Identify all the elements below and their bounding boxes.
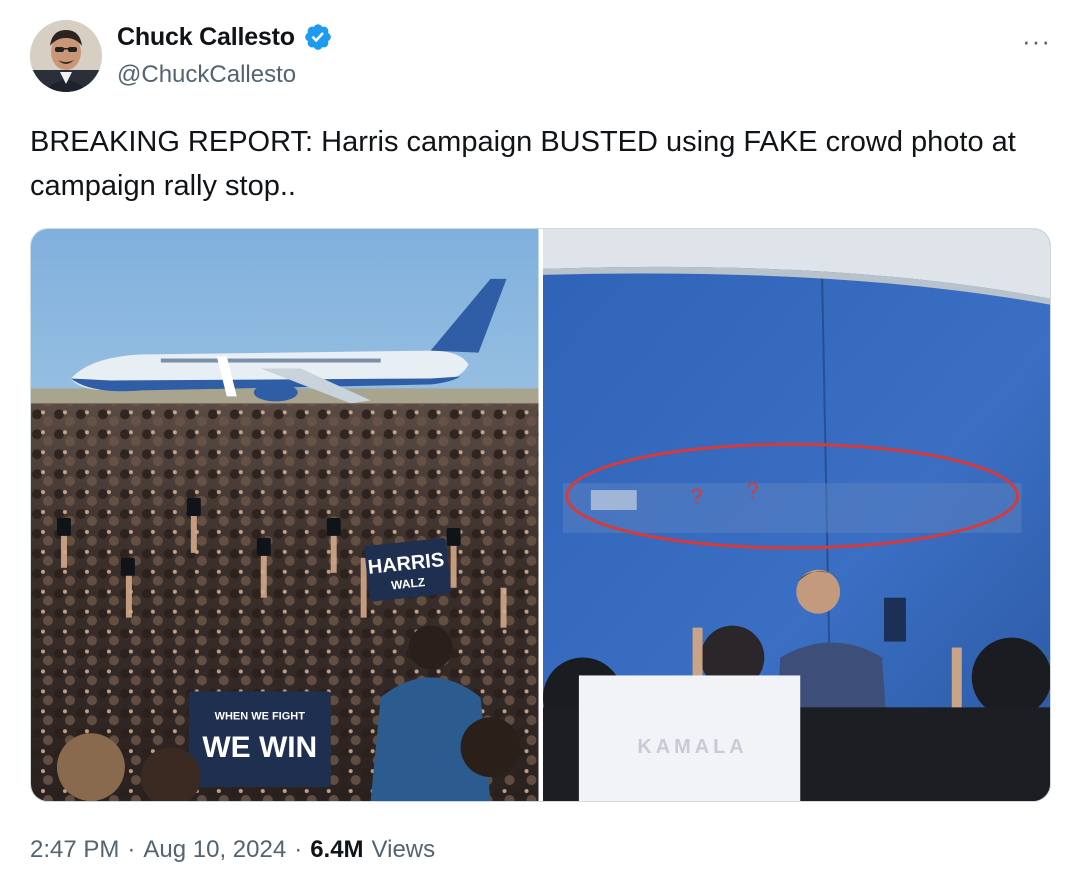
media-photo-right[interactable]: ? ? KAMALA — [542, 229, 1050, 801]
svg-text:?: ? — [746, 478, 758, 503]
tweet-text: BREAKING REPORT: Harris campaign BUSTED … — [30, 126, 1016, 202]
tweet-time[interactable]: 2:47 PM — [30, 836, 119, 864]
author-name[interactable]: Chuck Callesto — [117, 23, 295, 52]
sign-when-we-fight: WHEN WE FIGHT — [215, 710, 306, 722]
meta-separator: · — [127, 836, 136, 863]
harris-walz-sign: HARRIS WALZ — [364, 538, 451, 602]
sign-kamala: KAMALA — [637, 736, 747, 758]
verified-badge-icon — [303, 22, 333, 52]
sign-we-win: WE WIN — [202, 731, 317, 764]
kamala-sign: KAMALA — [578, 675, 800, 801]
author-handle[interactable]: @ChuckCallesto — [117, 61, 296, 89]
tweet-media[interactable]: HARRIS WALZ WHEN WE FIGHT WE WIN ? ? KAM… — [30, 228, 1051, 802]
views-count[interactable]: 6.4M — [310, 836, 363, 864]
tweet-date[interactable]: Aug 10, 2024 — [143, 836, 286, 864]
tweet-meta: 2:47 PM · Aug 10, 2024 · 6.4M Views — [30, 836, 435, 864]
svg-text:?: ? — [690, 484, 702, 509]
rally-crowd-photo: HARRIS WALZ WHEN WE FIGHT WE WIN — [31, 229, 539, 801]
we-win-sign: WHEN WE FIGHT WE WIN — [188, 691, 331, 788]
media-photo-left[interactable]: HARRIS WALZ WHEN WE FIGHT WE WIN — [31, 229, 539, 801]
views-label: Views — [371, 836, 436, 863]
avatar[interactable] — [30, 20, 102, 92]
plane-closeup-photo: ? ? KAMALA — [542, 229, 1050, 801]
meta-separator: · — [294, 836, 303, 863]
avatar-image — [30, 20, 102, 92]
more-options-icon[interactable]: ··· — [1022, 28, 1051, 54]
author-name-row: Chuck Callesto — [117, 22, 333, 52]
